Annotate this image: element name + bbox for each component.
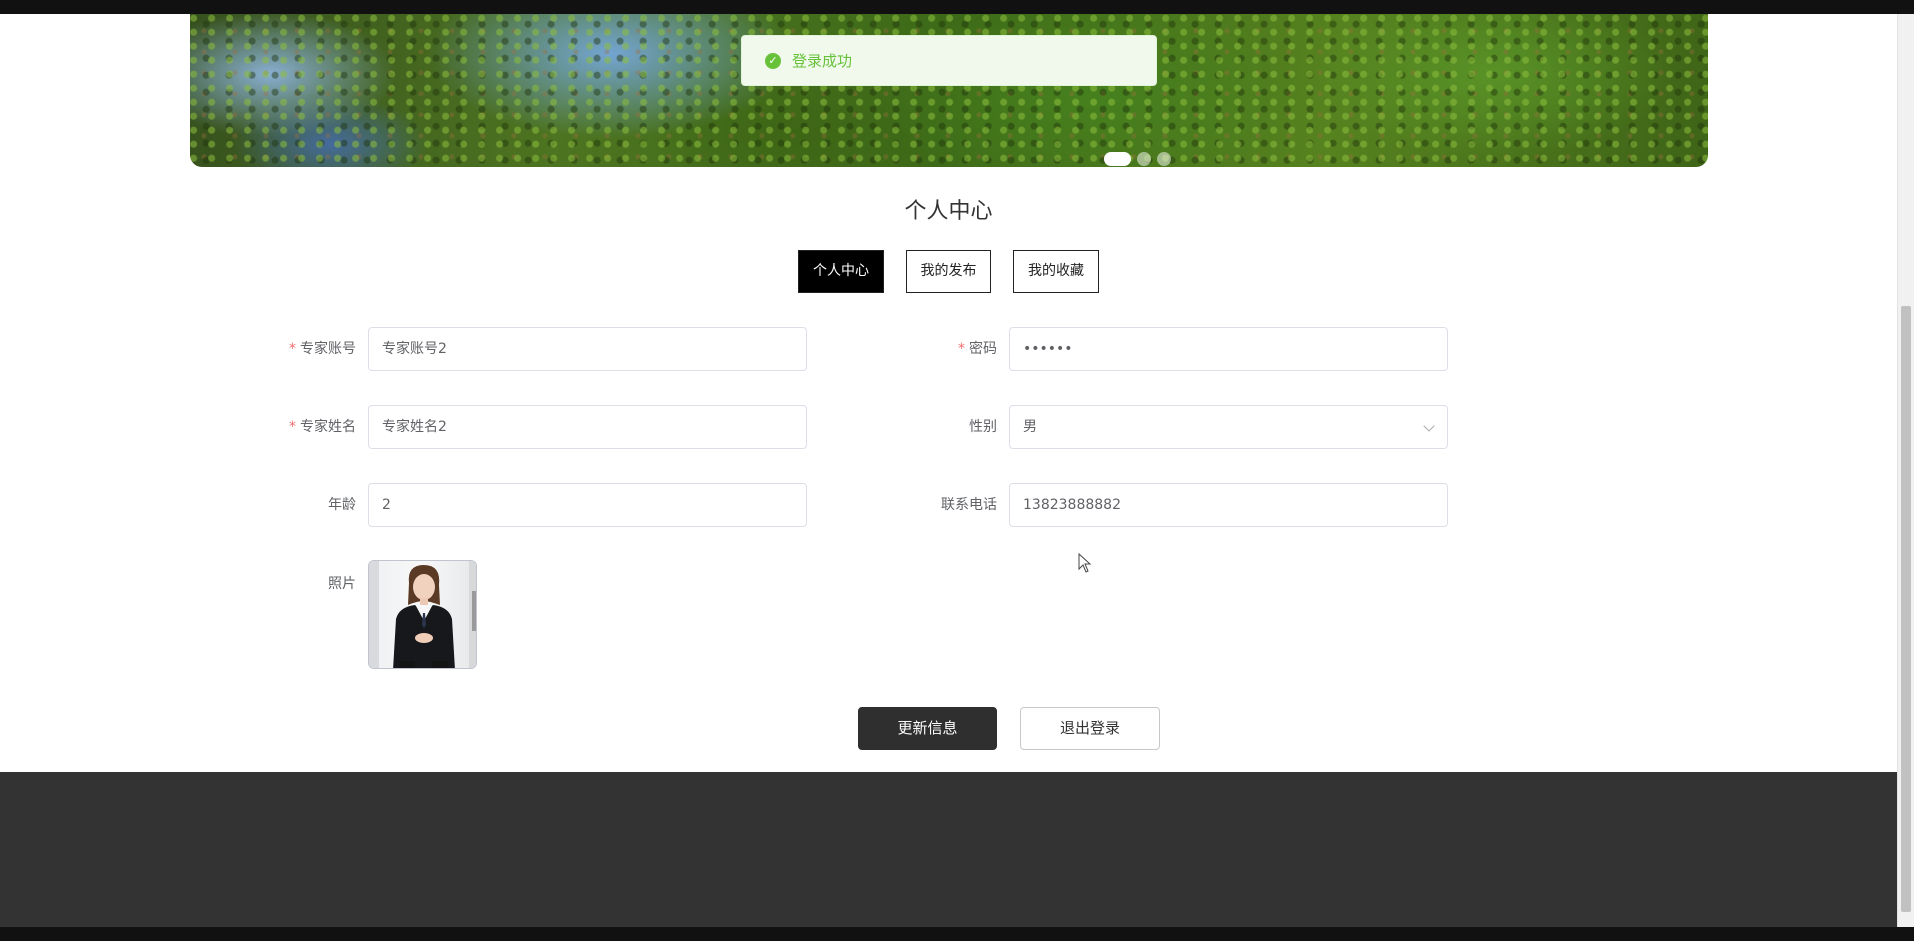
update-info-button[interactable]: 更新信息	[858, 707, 997, 750]
gender-value: 男	[1023, 419, 1037, 435]
gender-select[interactable]: 男	[1009, 405, 1448, 449]
toast-message: 登录成功	[792, 52, 853, 70]
tab-my-favorites[interactable]: 我的收藏	[1013, 250, 1099, 293]
bottom-bar	[0, 927, 1914, 941]
success-toast: ✓ 登录成功	[741, 35, 1157, 86]
photo-upload[interactable]	[368, 560, 477, 669]
required-star: *	[289, 419, 296, 435]
avatar-photo	[369, 561, 476, 668]
mouse-cursor-icon	[1078, 553, 1092, 573]
carousel-dot-1[interactable]	[1104, 152, 1131, 166]
account-input[interactable]: 专家账号2	[368, 327, 807, 371]
scrollbar-thumb[interactable]	[1901, 306, 1911, 912]
age-input[interactable]: 2	[368, 483, 807, 527]
tab-my-posts[interactable]: 我的发布	[906, 250, 991, 293]
gender-label: 性别	[969, 419, 997, 435]
photo-label: 照片	[328, 576, 356, 592]
required-star: *	[289, 341, 296, 357]
age-label: 年龄	[328, 497, 356, 513]
phone-label: 联系电话	[941, 497, 997, 513]
chevron-down-icon	[1423, 420, 1435, 432]
phone-input[interactable]: 13823888882	[1009, 483, 1448, 527]
name-input[interactable]: 专家姓名2	[368, 405, 807, 449]
carousel-indicators	[1104, 152, 1171, 166]
carousel-dot-3[interactable]	[1157, 152, 1171, 166]
top-bar	[0, 0, 1914, 14]
tab-personal-center[interactable]: 个人中心	[798, 250, 884, 293]
required-star: *	[958, 341, 965, 357]
carousel-dot-2[interactable]	[1137, 152, 1151, 166]
footer	[0, 772, 1897, 927]
password-label: * 密码	[958, 341, 997, 357]
account-label: * 专家账号	[289, 341, 356, 357]
name-label: * 专家姓名	[289, 419, 356, 435]
page-scrollbar[interactable]	[1897, 14, 1914, 927]
logout-button[interactable]: 退出登录	[1020, 707, 1160, 750]
check-circle-icon: ✓	[765, 52, 781, 69]
page-title: 个人中心	[904, 199, 993, 224]
password-input[interactable]: ••••••	[1009, 327, 1448, 371]
